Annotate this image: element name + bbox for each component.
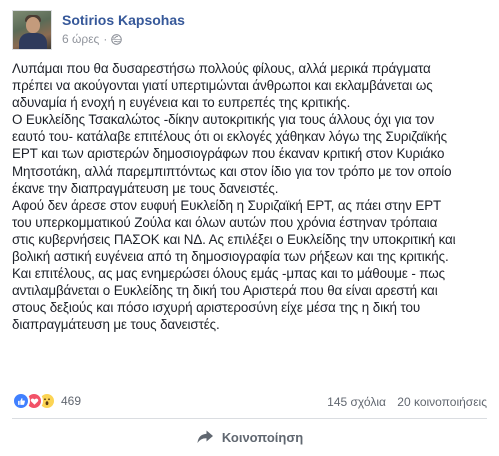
- post-meta: 6 ώρες ·: [62, 32, 123, 46]
- post-text-line: στις κυβερνήσεις ΠΑΣΟΚ και ΝΔ. Ας επιλέξ…: [12, 231, 456, 247]
- post-text-line: πρέπει να ακούγονται γιατί υπερτιμώνται …: [12, 78, 433, 94]
- reactions-summary[interactable]: 469: [12, 392, 81, 410]
- engagement-counts: 145 σχόλια 20 κοινοποιήσεις: [327, 395, 487, 409]
- post-time[interactable]: 6 ώρες: [62, 32, 99, 46]
- post-text-line: του υπερκομματικού Ζούλα και όλων αυτών …: [12, 214, 438, 230]
- post-text-line: Αφού δεν άρεσε στον ευφυή Ευκλείδη η Συρ…: [12, 197, 442, 213]
- post-text-line: στους δεξιούς και πόσο ισχυρή αριστεροσύ…: [12, 300, 421, 316]
- post-text-line: αντιλαμβάνεται ο Ευκλείδης τη δική του Α…: [12, 283, 438, 299]
- post-stats: 469 145 σχόλια 20 κοινοποιήσεις: [12, 390, 487, 412]
- post-text-line: Λυπάμαι που θα δυσαρεστήσω πολλούς φίλου…: [12, 61, 431, 76]
- post-text-line: βολική αστική ευγένεια από τη δημοσιογρα…: [12, 249, 449, 265]
- author-avatar[interactable]: [12, 10, 52, 50]
- post-text-line: ΕΡΤ και των αριστερών δημοσιογράφων που …: [12, 146, 445, 162]
- post-text: Λυπάμαι που θα δυσαρεστήσω πολλούς φίλου…: [12, 60, 494, 334]
- action-bar: Κοινοποίηση: [12, 423, 487, 451]
- avatar-head: [26, 17, 40, 33]
- post-text-line: διαπραγμάτευση με τους δανειστές.: [12, 317, 220, 333]
- shares-count-link[interactable]: 20 κοινοποιήσεις: [397, 395, 487, 409]
- like-icon: [12, 392, 30, 410]
- post-text-line: αδυναμία ή ενοχή η ευγένεια και το ευπρε…: [12, 95, 351, 111]
- post-text-line: Μητσοτάκη, αλλά παρεμπιπτόντως και στον …: [12, 163, 452, 179]
- action-divider: [12, 418, 487, 419]
- post-text-line: εαυτό του- κατάλαβε επιτέλους ότι οι εκλ…: [12, 129, 448, 145]
- comments-count-link[interactable]: 145 σχόλια: [327, 395, 386, 409]
- meta-separator: ·: [103, 32, 108, 46]
- reactions-count: 469: [61, 394, 82, 408]
- share-label: Κοινοποίηση: [221, 429, 304, 445]
- post-text-line: έκανε την διαπραγμάτευση με τους δανειστ…: [12, 180, 279, 196]
- globe-icon[interactable]: [111, 33, 123, 45]
- share-arrow-icon: [197, 430, 213, 443]
- avatar-body: [19, 33, 47, 49]
- share-button[interactable]: Κοινοποίηση: [186, 425, 313, 449]
- post-text-line: Ο Ευκλείδης Τσακαλώτος -δίκην αυτοκριτικ…: [12, 112, 435, 128]
- author-name[interactable]: Sotirios Kapsohas: [62, 12, 185, 28]
- post-text-line: Και επιτέλους, ας μας ενημερώσει όλους ε…: [12, 266, 445, 282]
- post-header: Sotirios Kapsohas 6 ώρες ·: [12, 10, 482, 54]
- facebook-post: Sotirios Kapsohas 6 ώρες · Λυπάμαι που θ…: [0, 0, 499, 456]
